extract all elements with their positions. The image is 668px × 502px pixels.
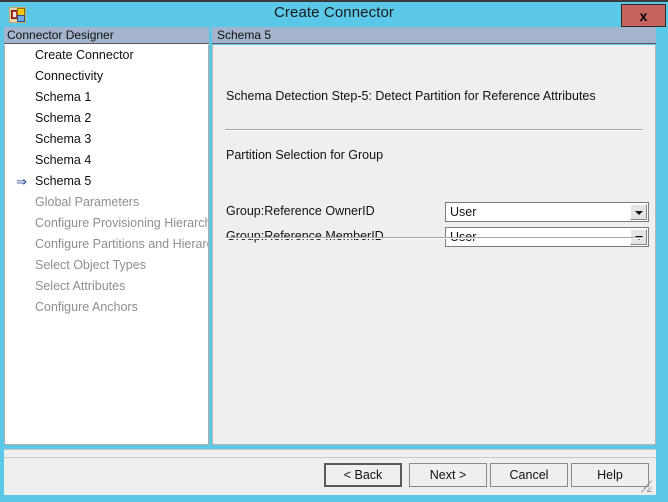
sidebar-item-select-object-types: Select Object Types [5,255,208,276]
resize-grip[interactable] [640,480,653,493]
create-connector-dialog: Create Connector x Connector Designer Cr… [0,0,668,502]
back-button[interactable]: < Back [324,463,402,487]
sidebar-item-select-attributes: Select Attributes [5,276,208,297]
sidebar-item-schema-4[interactable]: Schema 4 [5,150,208,171]
sidebar-item-label: Connectivity [35,69,104,83]
field-label-member-id: Group:Reference MemberID [226,229,384,243]
connector-designer-panel: Connector Designer Create Connector Conne… [4,27,209,445]
sidebar-item-configure-partitions-and-hierarchies: Configure Partitions and Hierarchies [5,234,208,255]
content-body: Schema Detection Step-5: Detect Partitio… [212,45,656,445]
sidebar-item-label: Configure Partitions and Hierarchies [35,237,208,251]
sidebar-list: Create Connector Connectivity Schema 1 Sche… [4,45,209,445]
sidebar-item-label: Schema 4 [35,153,92,167]
sidebar-item-schema-1[interactable]: Schema 1 [5,87,208,108]
section-label: Partition Selection for Group [226,148,384,162]
step-title: Schema Detection Step-5: Detect Partitio… [226,89,596,103]
help-button[interactable]: Help [571,463,649,487]
dialog-footer: < Back Next > Cancel Help [4,449,656,495]
arrow-right-icon: ⇒ [16,174,27,189]
close-button[interactable]: x [621,4,666,27]
sidebar-item-schema-5[interactable]: ⇒ Schema 5 [5,171,208,192]
cancel-button[interactable]: Cancel [490,463,568,487]
sidebar-item-label: Schema 2 [35,111,92,125]
dropdown-owner-id-value: User [450,205,477,219]
sidebar-item-configure-anchors: Configure Anchors [5,297,208,318]
sidebar-item-global-parameters: Global Parameters [5,192,208,213]
sidebar-item-label: Select Object Types [35,258,146,272]
content-header: Schema 5 [212,27,656,44]
sidebar-item-label: Schema 5 [35,174,92,188]
sidebar-item-label: Select Attributes [35,279,126,293]
sidebar-item-label: Schema 3 [35,132,92,146]
next-button[interactable]: Next > [409,463,487,487]
sidebar-item-schema-2[interactable]: Schema 2 [5,108,208,129]
sidebar-item-label: Schema 1 [35,90,92,104]
sidebar-item-label: Global Parameters [35,195,140,209]
sidebar-item-connectivity[interactable]: Connectivity [5,66,208,87]
sidebar-item-label: Configure Anchors [35,300,138,314]
sidebar-item-configure-provisioning-hierarchy: Configure Provisioning Hierarchy [5,213,208,234]
divider-bottom [225,237,643,239]
field-label-owner-id: Group:Reference OwnerID [226,204,375,218]
dropdown-owner-id[interactable]: User [445,202,649,222]
sidebar-item-label: Create Connector [35,48,134,62]
sidebar-item-schema-3[interactable]: Schema 3 [5,129,208,150]
sidebar-item-create-connector[interactable]: Create Connector [5,45,208,66]
window-title: Create Connector [274,4,394,21]
chevron-down-icon[interactable] [630,204,647,220]
title-bar: Create Connector x [0,0,668,27]
sidebar-header: Connector Designer [4,27,209,44]
sidebar-item-label: Configure Provisioning Hierarchy [35,216,209,230]
schema-panel: Schema 5 Schema Detection Step-5: Detect… [212,27,656,445]
divider-top [225,129,643,131]
